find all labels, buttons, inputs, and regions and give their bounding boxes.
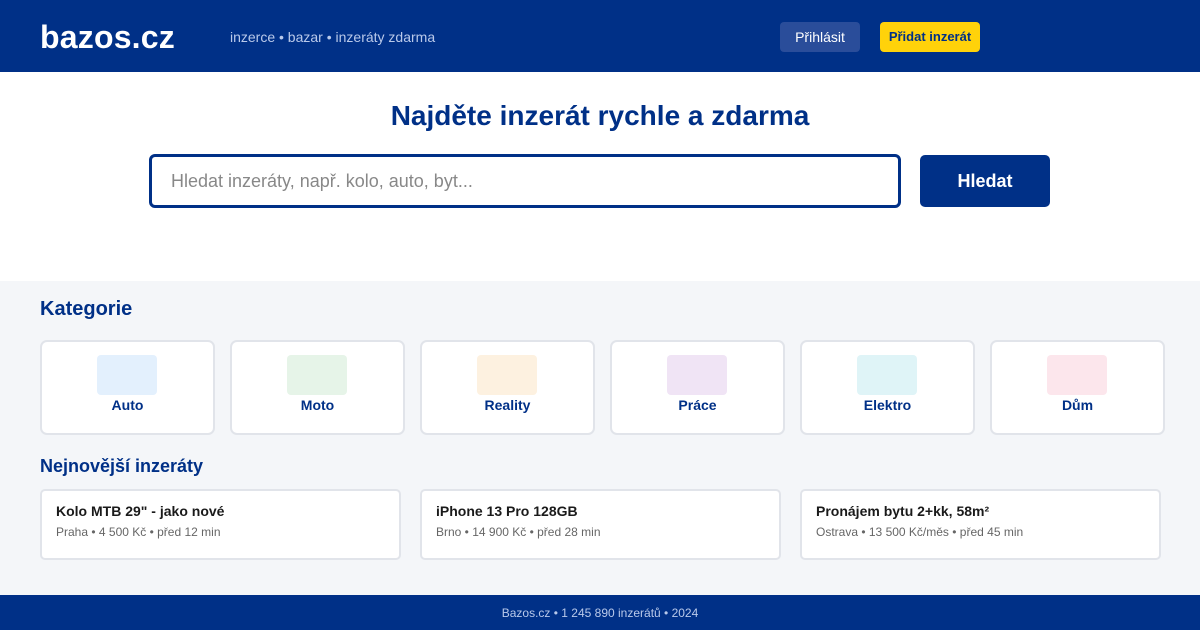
category-card-auto[interactable]: Auto xyxy=(40,340,215,435)
listing-meta: Brno • 14 900 Kč • před 28 min xyxy=(436,525,601,539)
latest-listings-heading: Nejnovější inzeráty xyxy=(40,456,204,476)
motorcycle-icon xyxy=(287,355,347,395)
car-icon xyxy=(97,355,157,395)
search-hero: Najděte inzerát rychle a zdarma Hledat xyxy=(0,72,1200,281)
category-card-dum[interactable]: Dům xyxy=(990,340,1165,435)
top-navigation-bar: bazos.cz inzerce • bazar • inzeráty zdar… xyxy=(0,0,1200,72)
login-button[interactable]: Přihlásit xyxy=(780,22,860,52)
site-logo[interactable]: bazos.cz xyxy=(40,18,175,56)
briefcase-icon xyxy=(667,355,727,395)
category-label: Reality xyxy=(484,397,531,413)
electronics-icon xyxy=(857,355,917,395)
search-input[interactable] xyxy=(149,154,901,208)
category-card-moto[interactable]: Moto xyxy=(230,340,405,435)
search-button[interactable]: Hledat xyxy=(920,155,1050,207)
listing-title[interactable]: Kolo MTB 29" - jako nové xyxy=(56,503,224,520)
house-icon xyxy=(477,355,537,395)
page-footer: Bazos.cz • 1 245 890 inzerátů • 2024 xyxy=(0,595,1200,630)
listing-card[interactable]: iPhone 13 Pro 128GB Brno • 14 900 Kč • p… xyxy=(420,489,781,560)
listing-meta: Ostrava • 13 500 Kč/měs • před 45 min xyxy=(816,525,1024,539)
home-garden-icon xyxy=(1047,355,1107,395)
listing-meta: Praha • 4 500 Kč • před 12 min xyxy=(56,525,221,539)
listing-title[interactable]: Pronájem bytu 2+kk, 58m² xyxy=(816,503,989,520)
category-label: Moto xyxy=(300,397,335,413)
category-card-prace[interactable]: Práce xyxy=(610,340,785,435)
hero-title: Najděte inzerát rychle a zdarma xyxy=(390,100,810,131)
category-label: Práce xyxy=(678,397,717,413)
category-label: Dům xyxy=(1061,397,1094,413)
category-card-elektro[interactable]: Elektro xyxy=(800,340,975,435)
add-listing-button[interactable]: Přidat inzerát xyxy=(880,22,980,52)
listing-card[interactable]: Kolo MTB 29" - jako nové Praha • 4 500 K… xyxy=(40,489,401,560)
category-card-reality[interactable]: Reality xyxy=(420,340,595,435)
category-label: Elektro xyxy=(863,397,912,413)
listing-card[interactable]: Pronájem bytu 2+kk, 58m² Ostrava • 13 50… xyxy=(800,489,1161,560)
listing-title[interactable]: iPhone 13 Pro 128GB xyxy=(436,503,578,520)
categories-heading: Kategorie xyxy=(40,298,133,320)
category-label: Auto xyxy=(111,397,144,413)
site-tagline: inzerce • bazar • inzeráty zdarma xyxy=(230,29,436,45)
